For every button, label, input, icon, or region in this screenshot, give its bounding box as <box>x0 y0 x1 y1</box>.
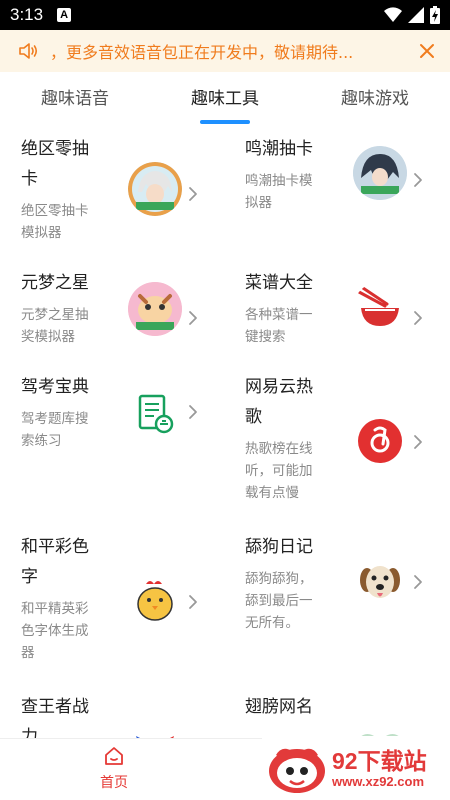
status-time: 3:13 <box>10 5 44 24</box>
tool-desc: 舔狗舔狗，舔到最后一无所有。 <box>245 571 313 631</box>
tool-wuthering-gacha[interactable]: 鸣潮抽卡 鸣潮抽卡模拟器 <box>225 134 450 252</box>
speaker-icon <box>19 43 38 59</box>
tool-zzz-gacha[interactable]: 绝区零抽卡 绝区零抽卡模拟器 <box>0 134 225 252</box>
tab-fun-tools[interactable]: 趣味工具 <box>150 72 300 128</box>
tool-desc: 鸣潮抽卡模拟器 <box>245 173 313 211</box>
tool-honor-power[interactable]: 查王者战力 <box>0 692 225 738</box>
tool-title: 元梦之星 <box>21 273 89 293</box>
tool-desc: 元梦之星抽奖模拟器 <box>21 307 89 345</box>
tool-title: 舔狗日记 <box>245 537 313 557</box>
nav-home-label: 首页 <box>100 775 128 791</box>
anime-character-icon <box>353 146 407 200</box>
tool-title: 菜谱大全 <box>245 273 313 293</box>
tool-title: 驾考宝典 <box>21 377 89 397</box>
home-icon <box>105 747 123 765</box>
tool-desc: 各种菜谱一键搜索 <box>245 307 313 345</box>
close-icon[interactable] <box>418 42 436 60</box>
watermark-url: www.xz92.com <box>332 773 424 789</box>
wifi-icon <box>384 7 402 23</box>
tool-desc: 和平精英彩色字体生成器 <box>21 601 89 661</box>
chevron-right-icon <box>189 311 197 325</box>
notice-bar: ，更多音效语音包正在开发中，敬请期待... <box>0 30 450 72</box>
chick-icon <box>128 574 182 628</box>
tool-driving-test[interactable]: 驾考宝典 驾考题库搜索练习 <box>0 372 225 492</box>
driving-test-icon <box>128 386 182 440</box>
tool-title: 网易云热歌 <box>245 377 313 427</box>
tool-peace-color-text[interactable]: 和平彩色字 和平精英彩色字体生成器 <box>0 532 225 672</box>
notice-text: ，更多音效语音包正在开发中，敬请期待... <box>50 43 354 62</box>
tab-bar: 趣味语音 趣味工具 趣味游戏 <box>0 72 450 128</box>
tab-fun-games[interactable]: 趣味游戏 <box>300 72 450 128</box>
anime-girl-icon <box>128 162 182 216</box>
dog-icon <box>353 556 407 610</box>
chevron-right-icon <box>414 435 422 449</box>
glory-icon <box>128 728 182 738</box>
tool-grid: 绝区零抽卡 绝区零抽卡模拟器 鸣潮抽卡 鸣潮抽卡模拟器 元梦之星 元梦之星抽奖模… <box>0 128 450 738</box>
netease-music-icon <box>353 414 407 468</box>
chevron-right-icon <box>414 575 422 589</box>
tool-wings-nickname[interactable]: 翅膀网名 <box>225 692 450 738</box>
chevron-right-icon <box>414 311 422 325</box>
tab-fun-voice[interactable]: 趣味语音 <box>0 72 150 128</box>
battery-icon <box>430 6 440 24</box>
wings-icon <box>353 716 407 738</box>
tool-desc: 绝区零抽卡模拟器 <box>21 203 89 241</box>
tool-yuanmeng-star[interactable]: 元梦之星 元梦之星抽奖模拟器 <box>0 268 225 368</box>
notification-a-icon: A <box>57 8 72 22</box>
tool-title: 查王者战力 <box>21 697 89 738</box>
cute-creature-icon <box>128 282 182 336</box>
site-logo-icon <box>269 748 325 793</box>
watermark: 92下载站 www.xz92.com <box>262 736 450 800</box>
tool-recipes[interactable]: 菜谱大全 各种菜谱一键搜索 <box>225 268 450 368</box>
signal-icon <box>408 7 424 23</box>
tool-netease-hits[interactable]: 网易云热歌 热歌榜在线听，可能加载有点慢 <box>225 372 450 512</box>
nav-home[interactable]: 首页 <box>92 745 136 792</box>
tool-title: 鸣潮抽卡 <box>245 139 313 159</box>
tool-title: 翅膀网名 <box>245 697 313 717</box>
watermark-title: 92下载站 <box>332 747 427 774</box>
tool-title: 和平彩色字 <box>21 537 89 587</box>
chevron-right-icon <box>414 173 422 187</box>
chevron-right-icon <box>189 405 197 419</box>
status-bar: 3:13 A <box>0 0 450 30</box>
chevron-right-icon <box>189 187 197 201</box>
tool-desc: 驾考题库搜索练习 <box>21 411 89 449</box>
chevron-right-icon <box>189 595 197 609</box>
noodle-bowl-icon <box>353 282 407 336</box>
tool-title: 绝区零抽卡 <box>21 139 89 189</box>
tool-desc: 热歌榜在线听，可能加载有点慢 <box>245 441 313 501</box>
tool-simp-diary[interactable]: 舔狗日记 舔狗舔狗，舔到最后一无所有。 <box>225 532 450 652</box>
